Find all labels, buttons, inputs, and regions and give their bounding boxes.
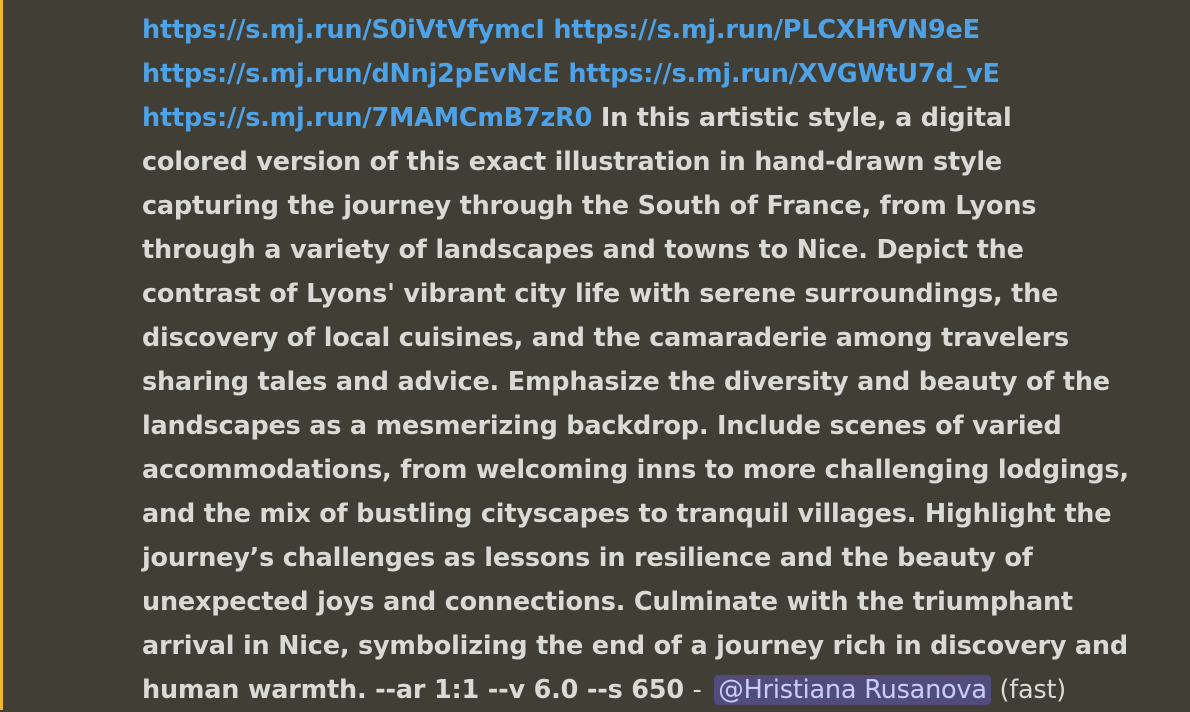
message-accent-bar: [0, 0, 3, 710]
prompt-text: unexpected joys and connections. Culmina…: [142, 587, 1073, 617]
message-line: human warmth. --ar 1:1 --v 6.0 --s 650 -…: [142, 668, 1142, 712]
message-content: https://s.mj.run/S0iVtVfymcI https://s.m…: [142, 8, 1142, 712]
user-mention[interactable]: @Hristiana Rusanova: [714, 675, 991, 705]
message-line: https://s.mj.run/7MAMCmB7zR0 In this art…: [142, 96, 1142, 140]
message-line: https://s.mj.run/dNnj2pEvNcE https://s.m…: [142, 52, 1142, 96]
link-1[interactable]: https://s.mj.run/S0iVtVfymcI: [142, 15, 545, 45]
prompt-text: In this artistic style, a digital: [600, 103, 1012, 133]
prompt-text: contrast of Lyons' vibrant city life wit…: [142, 279, 1059, 309]
separator: -: [692, 675, 702, 705]
prompt-text: arrival in Nice, symbolizing the end of …: [142, 631, 1128, 661]
link-5[interactable]: https://s.mj.run/7MAMCmB7zR0: [142, 103, 592, 133]
prompt-text: journey’s challenges as lessons in resil…: [142, 543, 1033, 573]
link-2[interactable]: https://s.mj.run/PLCXHfVN9eE: [553, 15, 980, 45]
prompt-text: discovery of local cuisines, and the cam…: [142, 323, 1070, 353]
speed-label: (fast): [999, 675, 1067, 705]
prompt-text: and the mix of bustling cityscapes to tr…: [142, 499, 1112, 529]
message-line: https://s.mj.run/S0iVtVfymcI https://s.m…: [142, 8, 1142, 52]
prompt-text: human warmth. --ar 1:1 --v 6.0 --s 650: [142, 675, 684, 705]
prompt-text: colored version of this exact illustrati…: [142, 147, 1003, 177]
prompt-text: capturing the journey through the South …: [142, 191, 1037, 221]
prompt-text: through a variety of landscapes and town…: [142, 235, 1024, 265]
prompt-text: accommodations, from welcoming inns to m…: [142, 455, 1129, 485]
prompt-text: landscapes as a mesmerizing backdrop. In…: [142, 411, 1062, 441]
prompt-text: sharing tales and advice. Emphasize the …: [142, 367, 1110, 397]
link-4[interactable]: https://s.mj.run/XVGWtU7d_vE: [568, 59, 1000, 89]
link-3[interactable]: https://s.mj.run/dNnj2pEvNcE: [142, 59, 560, 89]
